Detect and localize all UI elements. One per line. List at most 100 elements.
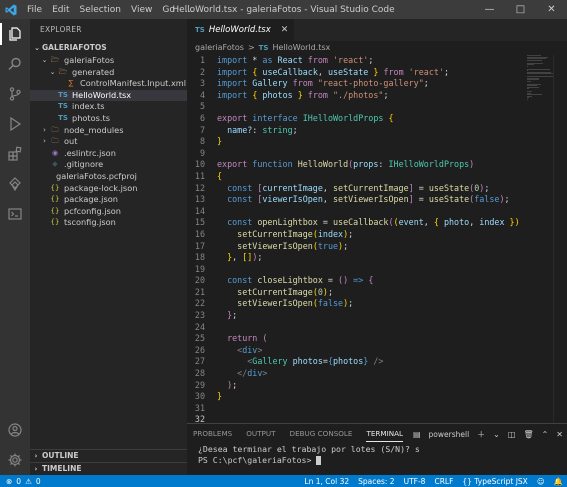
braces-icon: {} [462,476,472,486]
minimap-line [527,68,550,70]
language-label: TypeScript JSX [474,476,528,486]
code-token: photos [332,356,364,367]
terminal-panel-icon[interactable] [0,199,30,229]
code-line: 7 name?: string; [187,125,527,137]
tree-file[interactable]: ∑ ControlManifest.Input.xml [30,78,187,90]
menu-item[interactable]: Edit [47,5,74,15]
terminal-output[interactable]: ¿Desea terminar el trabajo por lotes (S/… [187,444,567,466]
folder-icon: 🗀 [51,137,59,146]
power-platform-icon[interactable] [0,169,30,199]
panel-tab[interactable]: PROBLEMS [193,424,232,444]
line-number: 1 [199,55,205,65]
code-token: true [317,240,339,251]
menu-item[interactable]: File [22,5,47,15]
search-icon[interactable] [0,49,30,79]
code-token: , [317,66,328,77]
dropdown-icon[interactable]: ⌄ [493,430,500,439]
code-token: function [247,159,293,170]
line-number: 3 [199,78,205,89]
ts-icon: TS [58,90,68,99]
close-tab-icon[interactable]: ✕ [281,25,289,35]
language-mode[interactable]: {} TypeScript JSX [462,477,527,486]
breadcrumb-folder[interactable]: galeriaFotos [195,41,244,55]
code-editor[interactable]: 1 import * as React from 'react'; 2 import … [187,55,527,424]
tree-folder[interactable]: ⌄ 🗁 galeriaFotos [30,55,187,67]
close-window-button[interactable]: ✕ [536,0,567,19]
minimize-button[interactable]: — [474,0,505,19]
timeline-section[interactable]: › TIMELINE [30,462,187,474]
code-token: () [338,275,349,286]
tab-helloworld[interactable]: TS HelloWorld.tsx ✕ [187,19,295,41]
tree-file[interactable]: TS photos.ts [30,113,187,125]
code-token: 'react' [403,66,444,77]
line-number: 18 [194,252,205,263]
typescript-file-icon: TS [195,26,205,34]
tree-file[interactable]: ◆ .gitignore [30,159,187,171]
folder-icon: 🗁 [58,67,68,76]
tree-file[interactable]: TS index.ts [30,101,187,113]
notifications-bell-icon[interactable]: 🔔 [554,477,563,486]
minimap[interactable] [527,55,553,105]
tree-file[interactable]: TS HelloWorld.tsx [30,89,187,102]
maximize-button[interactable]: □ [505,0,536,19]
menu-item[interactable]: View [126,5,157,15]
feedback-icon[interactable]: ☺ [537,477,545,486]
tree-file[interactable]: {} tsconfig.json [30,217,187,229]
line-ending[interactable]: CRLF [434,477,453,486]
run-debug-icon[interactable] [0,109,30,139]
shell-selector[interactable]: powershell [429,430,470,439]
menu-item[interactable]: Selection [75,5,126,15]
code-token: => [348,275,364,286]
tree-file[interactable]: ◉ .eslintrc.json [30,148,187,160]
close-panel-icon[interactable]: ✕ [556,430,563,439]
encoding[interactable]: UTF-8 [404,477,426,486]
problems-status[interactable]: ⊗ 0 ⚠ 0 [0,477,41,486]
code-token: < [217,356,253,367]
code-token: setViewerIsOpen [333,194,409,205]
maximize-panel-icon[interactable]: ⌃ [542,430,549,439]
code-token: from [378,66,404,77]
tree-file[interactable]: {} pcfconfig.json [30,206,187,218]
cursor-position[interactable]: Ln 1, Col 32 [304,477,349,486]
split-terminal-icon[interactable]: ◫ [508,430,516,439]
code-token: ; [327,286,333,297]
tree-folder[interactable]: › 🗀 out [30,136,187,148]
tree-folder[interactable]: › 🗀 node_modules [30,125,187,137]
trash-icon[interactable]: 🗑 [523,430,533,439]
accounts-icon[interactable] [0,415,30,445]
code-token: = [322,275,339,286]
panel-tab[interactable]: TERMINAL [366,424,403,444]
panel-tab[interactable]: DEBUG CONSOLE [290,424,353,444]
code-token: div [242,344,258,355]
source-control-icon[interactable] [0,79,30,109]
outline-section[interactable]: › OUTLINE [30,449,187,461]
explorer-icon[interactable] [0,19,30,49]
tree-folder[interactable]: ⌄ 🗁 generated [30,67,187,79]
new-terminal-icon[interactable]: ＋ [477,429,485,440]
code-line: 28 </div > [187,368,527,380]
code-line: 1 import * as React from 'react'; [187,55,527,67]
menu-item[interactable]: Go [157,5,179,15]
workspace-root[interactable]: ⌄ GALERIAFOTOS [30,41,187,55]
tree-file[interactable]: galeriaFotos.pcfproj [30,171,187,183]
indentation[interactable]: Spaces: 2 [358,477,394,486]
breadcrumb-file[interactable]: HelloWorld.tsx [272,41,330,55]
code-token: { [217,170,223,181]
json-icon: {} [50,183,60,192]
settings-gear-icon[interactable] [0,445,30,475]
line-number: 31 [194,402,205,413]
tree-file[interactable]: {} package.json [30,194,187,206]
code-token: setViewerIsOpen [217,240,313,251]
extensions-icon[interactable] [0,139,30,169]
minimap-line [527,88,529,89]
folder-icon: 🗀 [51,125,59,134]
code-token: index [479,217,510,228]
tree-file[interactable]: {} package-lock.json [30,183,187,195]
code-token: setViewerIsOpen [217,298,313,309]
code-token: 'react' [327,55,369,65]
panel-tab[interactable]: OUTPUT [246,424,275,444]
editor-scrollbar[interactable] [553,55,567,423]
folder-icon: 🗁 [50,56,60,64]
menu-item[interactable]: ... [180,5,199,15]
